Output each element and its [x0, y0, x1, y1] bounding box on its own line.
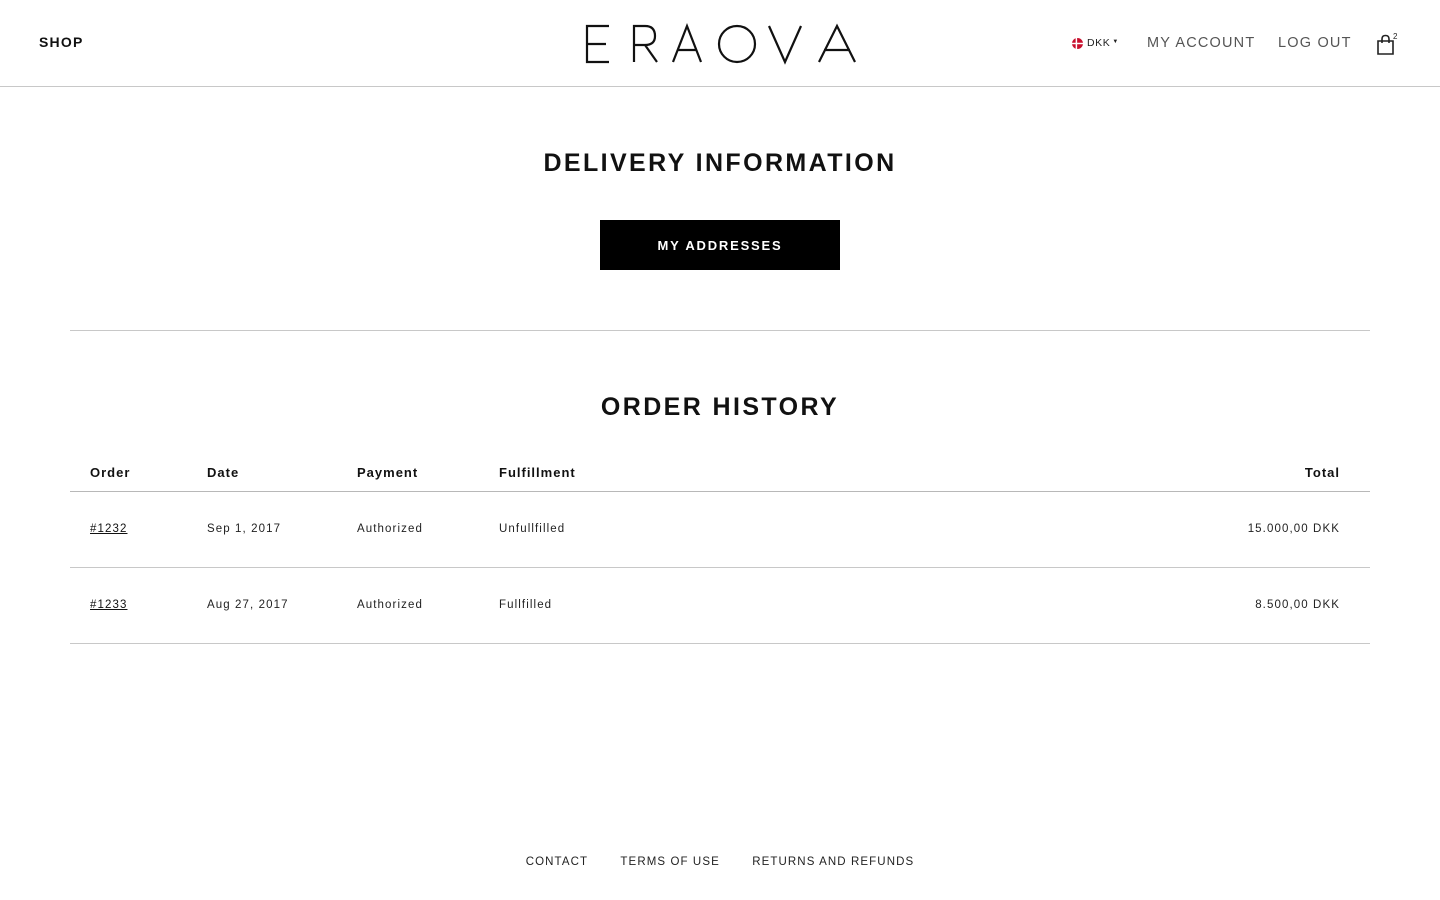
order-date-cell: Aug 27, 2017	[207, 567, 357, 644]
caret-down-icon: ▼	[1112, 39, 1119, 45]
footer-link-returns-and-refunds[interactable]: RETURNS AND REFUNDS	[752, 856, 914, 868]
column-header-payment: Payment	[357, 455, 499, 492]
table-header-row: Order Date Payment Fulfillment Total	[70, 455, 1370, 492]
order-total-cell: 15.000,00 DKK	[1170, 491, 1370, 568]
denmark-flag-icon	[1072, 37, 1083, 49]
footer-link-terms-of-use[interactable]: TERMS OF USE	[620, 856, 719, 868]
delivery-information-title: DELIVERY INFORMATION	[543, 149, 897, 177]
cart-count: 2	[1393, 32, 1398, 41]
column-header-date: Date	[207, 455, 357, 492]
payment-status-cell: Authorized	[357, 491, 499, 568]
my-addresses-button[interactable]: MY ADDRESSES	[600, 220, 840, 270]
my-account-link[interactable]: MY ACCOUNT	[1147, 35, 1255, 51]
brand-logo[interactable]	[583, 22, 859, 66]
site-header: SHOP DKK ▼ MY ACCOUNT LOG OUT 2	[0, 0, 1440, 87]
order-number-cell: #1232	[70, 491, 207, 568]
payment-status-cell: Authorized	[357, 567, 499, 644]
footer-link-contact[interactable]: CONTACT	[526, 856, 588, 868]
footer-nav: CONTACT TERMS OF USE RETURNS AND REFUNDS	[0, 856, 1440, 868]
column-header-total: Total	[1170, 455, 1370, 492]
order-number-cell: #1233	[70, 567, 207, 644]
order-link[interactable]: #1232	[90, 523, 127, 535]
order-history-title: ORDER HISTORY	[600, 393, 840, 421]
order-total-cell: 8.500,00 DKK	[1170, 567, 1370, 644]
order-date-cell: Sep 1, 2017	[207, 491, 357, 568]
order-link[interactable]: #1233	[90, 599, 127, 611]
section-divider	[70, 330, 1370, 331]
table-row: #1233 Aug 27, 2017 Authorized Fullfilled…	[70, 567, 1370, 644]
log-out-link[interactable]: LOG OUT	[1278, 35, 1352, 51]
order-history-table: Order Date Payment Fulfillment Total #12…	[70, 455, 1370, 644]
column-header-fulfillment: Fulfillment	[499, 455, 1170, 492]
shop-link[interactable]: SHOP	[39, 34, 83, 50]
currency-code: DKK	[1087, 37, 1111, 49]
fulfillment-status-cell: Fullfilled	[499, 567, 1170, 644]
column-header-order: Order	[70, 455, 207, 492]
currency-selector[interactable]: DKK ▼	[1072, 37, 1119, 49]
table-row: #1232 Sep 1, 2017 Authorized Unfullfille…	[70, 491, 1370, 568]
fulfillment-status-cell: Unfullfilled	[499, 491, 1170, 568]
